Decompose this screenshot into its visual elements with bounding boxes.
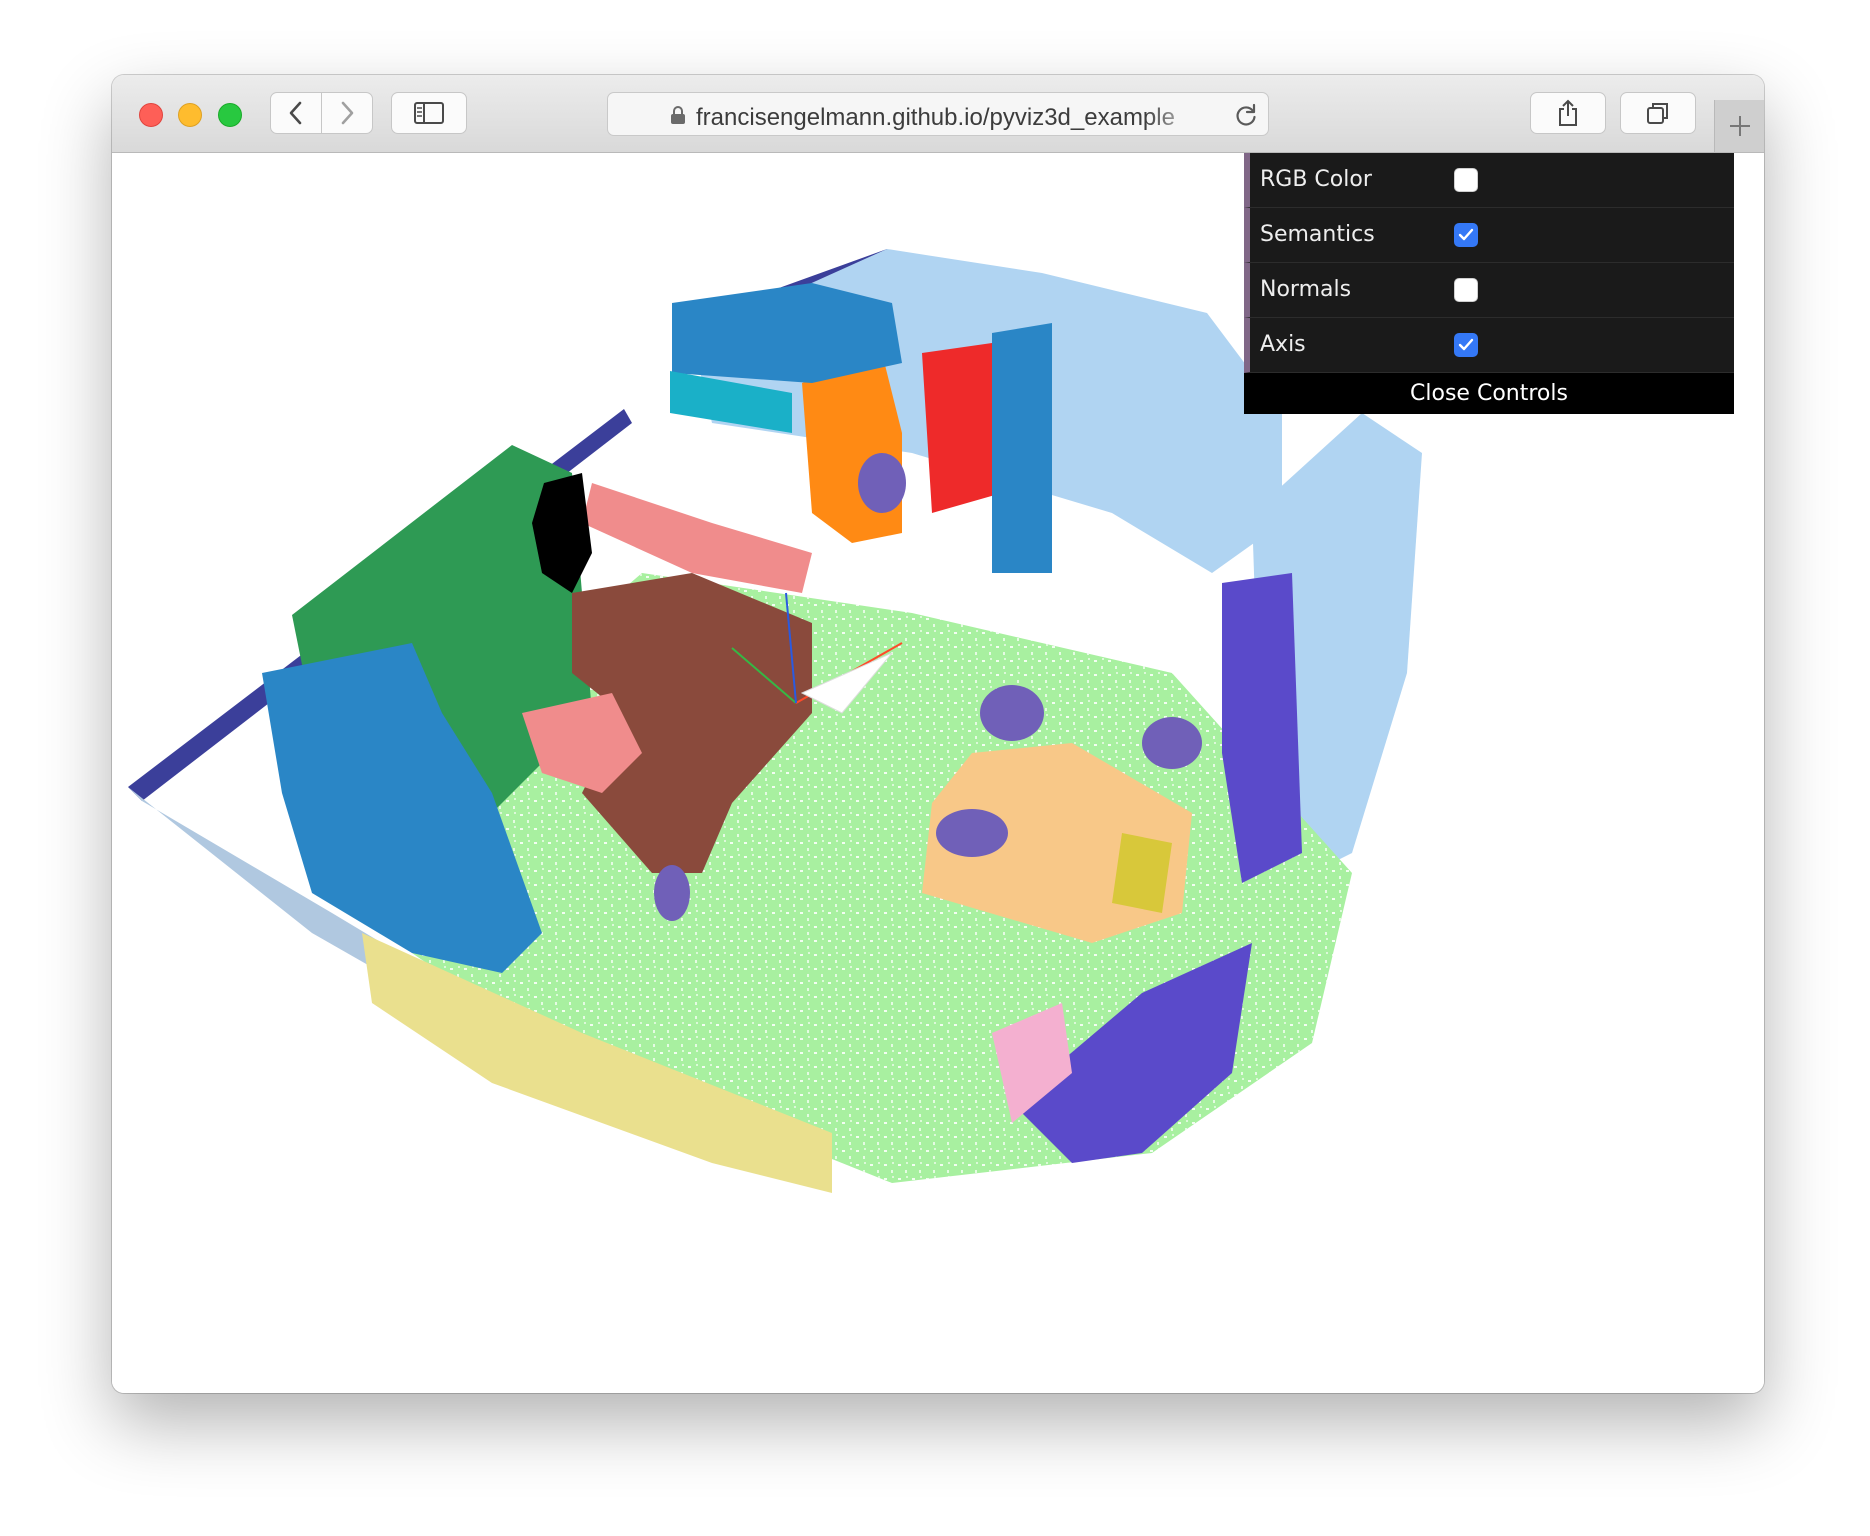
new-tab-button[interactable]	[1714, 100, 1764, 152]
browser-window: francisengelmann.github.io/pyviz3d_examp…	[112, 75, 1764, 1393]
checkmark-icon	[1458, 338, 1474, 351]
chair	[980, 685, 1044, 741]
chair	[936, 809, 1008, 857]
url-text: francisengelmann.github.io/pyviz3d_examp…	[696, 104, 1175, 131]
control-label: Semantics	[1260, 222, 1375, 247]
minimize-window-button[interactable]	[178, 103, 202, 127]
lock-icon	[671, 106, 685, 124]
control-axis[interactable]: Axis	[1244, 318, 1734, 373]
back-button[interactable]	[270, 92, 322, 134]
chair	[1142, 717, 1202, 769]
address-bar[interactable]: francisengelmann.github.io/pyviz3d_examp…	[607, 92, 1269, 136]
chevron-right-icon	[341, 101, 354, 125]
sidebar-icon	[414, 102, 444, 124]
forward-button[interactable]	[321, 92, 373, 134]
semantics-checkbox[interactable]	[1454, 223, 1478, 247]
cabinet-back	[672, 283, 902, 383]
browser-toolbar: francisengelmann.github.io/pyviz3d_examp…	[112, 75, 1764, 153]
checkmark-icon	[1458, 228, 1474, 241]
navigation-buttons	[270, 92, 374, 134]
axis-checkbox[interactable]	[1454, 333, 1478, 357]
share-button[interactable]	[1530, 92, 1606, 134]
chevron-left-icon	[289, 101, 302, 125]
close-window-button[interactable]	[139, 103, 163, 127]
control-label: Axis	[1260, 332, 1306, 357]
chair	[654, 865, 690, 921]
plus-icon	[1730, 116, 1750, 136]
maximize-window-button[interactable]	[218, 103, 242, 127]
share-icon	[1559, 99, 1577, 126]
control-label: RGB Color	[1260, 167, 1372, 192]
reload-icon[interactable]	[1233, 102, 1259, 128]
tabs-icon	[1647, 103, 1668, 124]
chair	[858, 453, 906, 513]
rgb-color-checkbox[interactable]	[1454, 168, 1478, 192]
close-controls-button[interactable]: Close Controls	[1244, 373, 1734, 414]
control-label: Normals	[1260, 277, 1352, 302]
door	[922, 343, 1002, 513]
cabinet-back-right	[992, 323, 1052, 573]
control-semantics[interactable]: Semantics	[1244, 208, 1734, 263]
sidebar-button[interactable]	[391, 92, 467, 134]
tab-overview-button[interactable]	[1620, 92, 1696, 134]
viewer-canvas[interactable]: RGB Color Semantics Normals Axis Close C…	[112, 153, 1764, 1393]
controls-panel: RGB Color Semantics Normals Axis Close C…	[1244, 153, 1734, 414]
pillow	[1112, 833, 1172, 913]
control-rgb-color[interactable]: RGB Color	[1244, 153, 1734, 208]
normals-checkbox[interactable]	[1454, 278, 1478, 302]
control-normals[interactable]: Normals	[1244, 263, 1734, 318]
